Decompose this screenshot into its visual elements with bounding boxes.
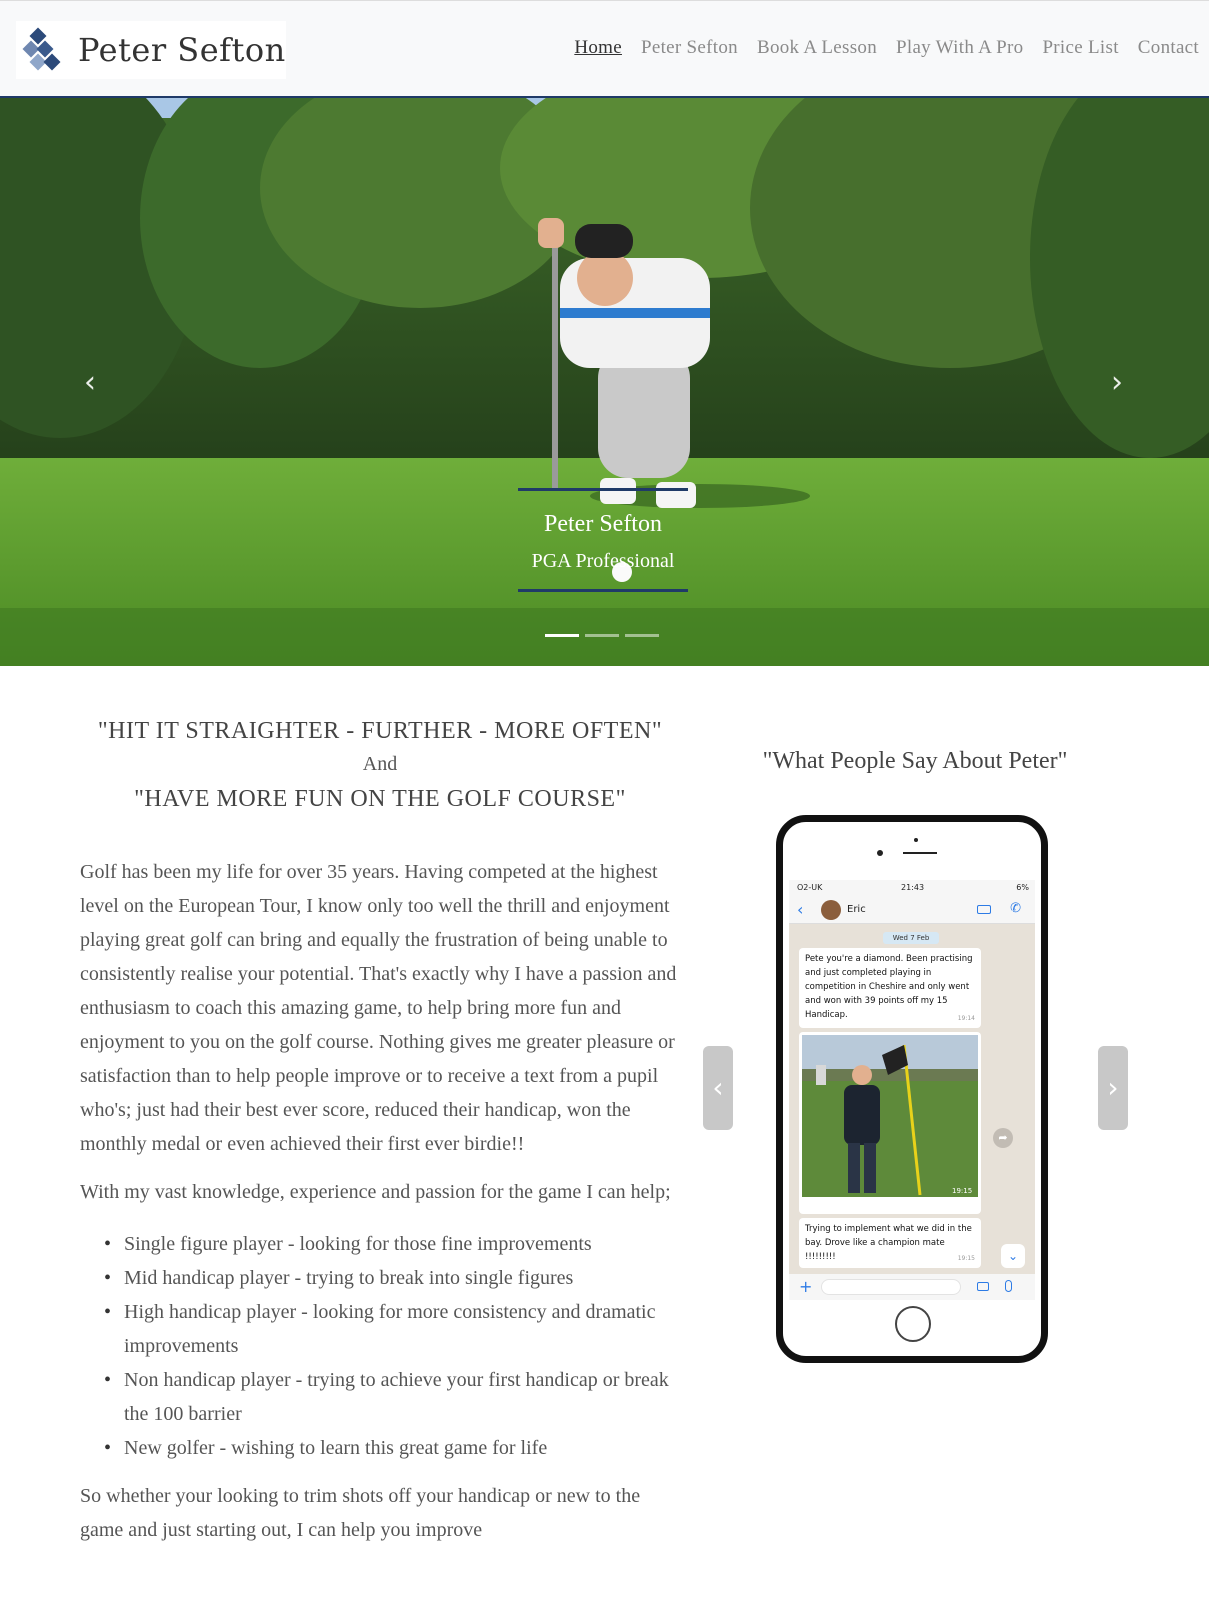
message-time: 19:15 [957,1255,975,1262]
phone-sensor [914,838,918,842]
site-header: Peter Sefton Home Peter Sefton Book A Le… [0,0,1209,98]
nav-home[interactable]: Home [574,37,622,59]
carousel-indicator-2[interactable] [585,634,619,637]
forward-icon: ➦ [993,1128,1013,1148]
video-call-icon [977,905,991,914]
chat-input-bar: + [789,1274,1035,1300]
list-item: Mid handicap player - trying to break in… [104,1261,680,1295]
carousel-indicators [545,634,659,637]
avatar [821,900,841,920]
site-title: Peter Sefton [78,31,286,69]
phone-status-bar: O2-UK 21:43 6% [789,880,1035,896]
nav-peter-sefton[interactable]: Peter Sefton [641,37,738,59]
phone-camera [877,850,883,856]
chevron-right-icon: › [1111,365,1123,400]
list-item: High handicap player - looking for more … [104,1295,680,1363]
message-text: Trying to implement what we did in the b… [805,1224,972,1262]
carousel-next-button[interactable]: › [1102,368,1132,398]
caption-bottom-rule [518,589,688,592]
chevron-right-icon: › [1107,1071,1119,1104]
chat-screen: O2-UK 21:43 6% ‹ Eric ✆ Wed 7 Feb Pete y… [789,880,1035,1300]
nav-play-with-a-pro[interactable]: Play With A Pro [896,37,1023,59]
nav-contact[interactable]: Contact [1138,37,1199,59]
testimonial-next-button[interactable]: › [1098,1046,1128,1130]
clock-label: 21:43 [901,883,925,892]
back-icon: ‹ [797,900,804,919]
chevron-left-icon: ‹ [84,365,96,400]
chat-message: Pete you're a diamond. Been practising a… [799,948,981,1028]
diamond-logo-icon [16,21,74,79]
intro-paragraph: Golf has been my life for over 35 years.… [80,861,677,1155]
date-chip: Wed 7 Feb [883,932,939,944]
list-item: Single figure player - looking for those… [104,1227,680,1261]
caption-title: Peter Sefton [544,511,662,537]
player-types-list: Single figure player - looking for those… [104,1227,680,1465]
logo-link[interactable]: Peter Sefton [16,21,286,79]
intro-section: "HIT IT STRAIGHTER - FURTHER - MORE OFTE… [80,718,680,1547]
headline-fun: "HAVE MORE FUN ON THE GOLF COURSE" [134,786,626,812]
microphone-icon [1005,1280,1012,1292]
plus-icon: + [799,1277,813,1296]
hero-carousel: ‹ › Peter Sefton PGA Professional [0,98,1209,666]
closing-paragraph: So whether your looking to trim shots of… [80,1485,641,1541]
carrier-label: O2-UK [797,883,823,892]
camera-icon [977,1282,989,1291]
carousel-prev-button[interactable]: ‹ [75,368,105,398]
chat-message: Trying to implement what we did in the b… [799,1218,981,1268]
carousel-indicator-1[interactable] [545,634,579,637]
help-intro-paragraph: With my vast knowledge, experience and p… [80,1181,671,1203]
phone-call-icon: ✆ [1010,901,1021,916]
carousel-indicator-3[interactable] [625,634,659,637]
headline-and: And [362,753,398,775]
message-input [821,1279,961,1295]
winner-photo: 19:15 [802,1035,978,1197]
list-item: Non handicap player - trying to achieve … [104,1363,680,1431]
testimonial-phone-image: O2-UK 21:43 6% ‹ Eric ✆ Wed 7 Feb Pete y… [776,815,1048,1363]
nav-price-list[interactable]: Price List [1042,37,1118,59]
testimonials-title: "What People Say About Peter" [762,748,1068,774]
testimonial-prev-button[interactable]: ‹ [703,1046,733,1130]
contact-name: Eric [847,904,866,915]
carousel-caption: Peter Sefton PGA Professional [518,488,688,592]
nav-book-a-lesson[interactable]: Book A Lesson [757,37,877,59]
chat-photo: 19:15 [799,1032,981,1214]
message-text: Pete you're a diamond. Been practising a… [805,954,973,1020]
chat-header: ‹ Eric ✆ [789,896,1035,924]
caption-top-rule [518,488,688,491]
home-button-icon [895,1306,931,1342]
headline-slogan: "HIT IT STRAIGHTER - FURTHER - MORE OFTE… [97,718,663,744]
main-nav: Home Peter Sefton Book A Lesson Play Wit… [555,37,1199,59]
caption-subtitle: PGA Professional [531,550,675,572]
battery-label: 6% [1016,883,1029,892]
photo-time: 19:15 [952,1187,972,1195]
phone-speaker [903,852,937,854]
chevron-left-icon: ‹ [712,1071,724,1104]
scroll-down-icon: ⌄ [1001,1244,1025,1268]
list-item: New golfer - wishing to learn this great… [104,1431,680,1465]
message-time: 19:14 [957,1015,975,1022]
